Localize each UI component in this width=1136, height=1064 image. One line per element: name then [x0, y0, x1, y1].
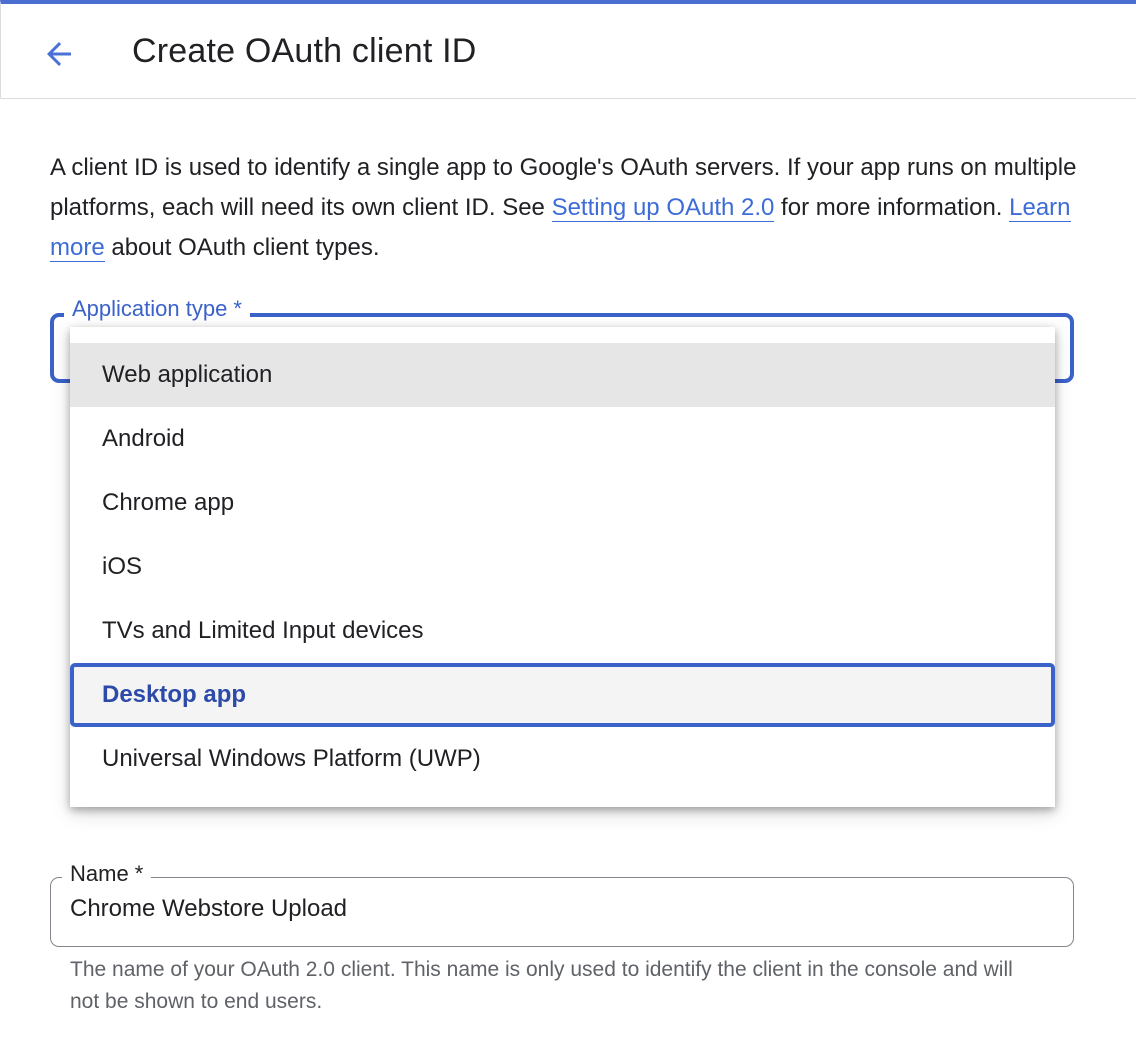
option-ios[interactable]: iOS [70, 535, 1055, 599]
back-button[interactable] [31, 30, 87, 78]
application-type-dropdown: Web application Android Chrome app iOS T… [70, 327, 1055, 807]
name-input-value[interactable]: Chrome Webstore Upload [70, 895, 347, 923]
top-bar: Create OAuth client ID [0, 0, 1136, 99]
option-tvs-limited-input[interactable]: TVs and Limited Input devices [70, 599, 1055, 663]
intro-text-2: for more information. [774, 194, 1010, 221]
intro-paragraph: A client ID is used to identify a single… [50, 148, 1080, 268]
option-desktop-app[interactable]: Desktop app [70, 663, 1055, 727]
name-helper-text: The name of your OAuth 2.0 client. This … [70, 958, 1013, 1013]
option-android[interactable]: Android [70, 407, 1055, 471]
name-label: Name * [62, 861, 152, 887]
page-title: Create OAuth client ID [132, 32, 477, 70]
intro-text-3: about OAuth client types. [104, 234, 380, 261]
option-uwp[interactable]: Universal Windows Platform (UWP) [70, 727, 1055, 791]
setting-up-oauth-link[interactable]: Setting up OAuth 2.0 [551, 194, 775, 222]
option-chrome-app[interactable]: Chrome app [70, 471, 1055, 535]
option-web-application[interactable]: Web application [70, 343, 1055, 407]
arrow-back-icon [47, 42, 71, 66]
application-type-label: Application type * [64, 296, 250, 322]
